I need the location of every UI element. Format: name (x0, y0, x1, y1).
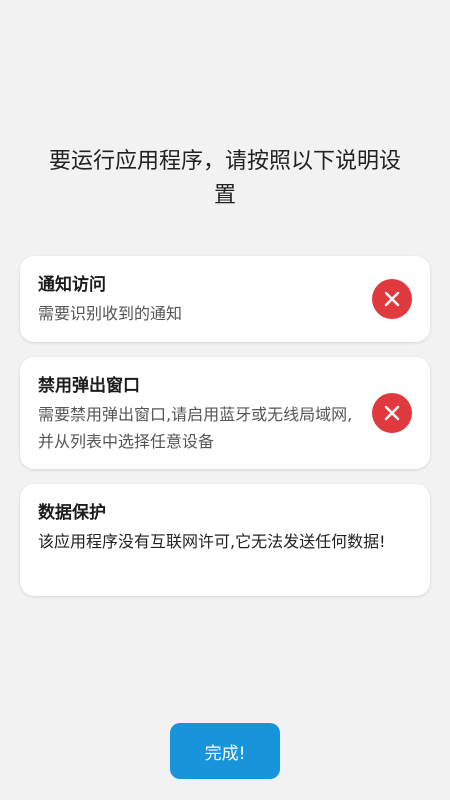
permission-title: 通知访问 (38, 275, 106, 295)
done-button[interactable]: 完成! (170, 723, 280, 779)
permission-description: 需要识别收到的通知 (38, 304, 183, 323)
permission-card-data-protection: 数据保护 该应用程序没有互联网许可,它无法发送任何数据! (20, 484, 430, 596)
permission-description: 需要禁用弹出窗口,请启用蓝牙或无线局域网,并从列表中选择任意设备 (38, 405, 353, 451)
page-title: 要运行应用程序，请按照以下说明设置 (48, 149, 401, 208)
permission-card-disable-popups[interactable]: 禁用弹出窗口 需要禁用弹出窗口,请启用蓝牙或无线局域网,并从列表中选择任意设备 (20, 357, 430, 469)
permission-title: 数据保护 (38, 503, 106, 523)
permission-description: 该应用程序没有互联网许可,它无法发送任何数据! (38, 532, 386, 551)
permission-card-notification-access[interactable]: 通知访问 需要识别收到的通知 (20, 256, 430, 342)
permission-title: 禁用弹出窗口 (38, 376, 140, 396)
close-icon[interactable] (372, 279, 412, 319)
close-icon[interactable] (372, 393, 412, 433)
